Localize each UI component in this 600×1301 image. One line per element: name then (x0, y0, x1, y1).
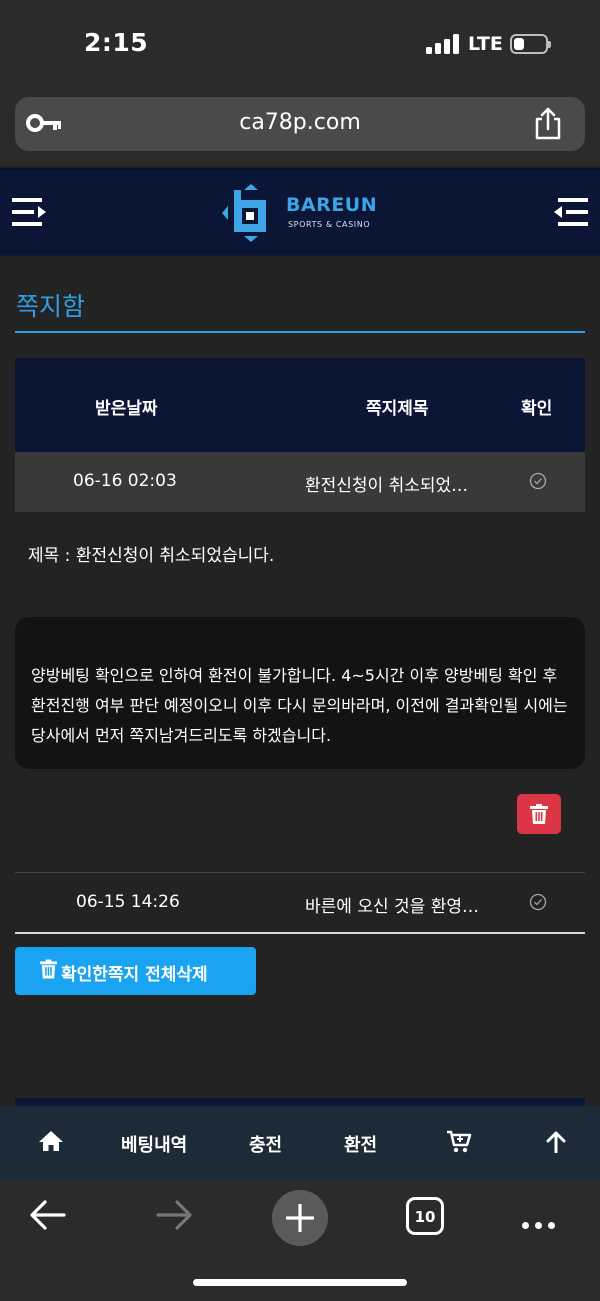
share-icon[interactable] (533, 107, 563, 141)
network-type: LTE (468, 33, 503, 55)
menu-close-icon[interactable] (552, 196, 588, 228)
delete-read-label: 확인한쪽지 전체삭제 (61, 965, 208, 985)
home-icon[interactable] (38, 1130, 64, 1152)
forward-arrow-icon[interactable] (156, 1199, 192, 1231)
row-title[interactable]: 바른에 오신 것을 환영… (305, 892, 479, 917)
tabs-button[interactable]: 10 (406, 1197, 444, 1235)
check-circle-icon (529, 472, 547, 490)
signal-icon (426, 34, 460, 54)
new-tab-button[interactable] (272, 1190, 328, 1246)
browser-toolbar: 10 (0, 1181, 600, 1301)
plus-icon (286, 1204, 314, 1232)
check-circle-icon (529, 893, 547, 911)
row-title[interactable]: 환전신청이 취소되었… (305, 471, 468, 496)
brand-tagline: SPORTS & CASINO (288, 220, 371, 229)
nav-betting-history[interactable]: 베팅내역 (121, 1131, 187, 1157)
page-title: 쪽지함 (16, 292, 86, 321)
site-header: BAREUN SPORTS & CASINO (0, 168, 600, 256)
logo-mark-icon (222, 184, 266, 242)
clock: 2:15 (84, 28, 149, 57)
title-underline (15, 331, 585, 333)
table-bottom-border (15, 932, 585, 934)
header-date: 받은날짜 (95, 399, 158, 419)
home-indicator (193, 1279, 407, 1286)
row-date: 06-15 14:26 (76, 892, 180, 912)
nav-withdraw[interactable]: 환전 (344, 1131, 377, 1157)
header-title: 쪽지제목 (366, 399, 429, 419)
trash-icon (530, 804, 548, 824)
menu-open-icon[interactable] (12, 196, 48, 228)
delete-read-messages-button[interactable]: 확인한쪽지 전체삭제 (15, 947, 256, 995)
site-logo[interactable]: BAREUN SPORTS & CASINO (220, 182, 390, 244)
delete-message-button[interactable] (517, 794, 561, 834)
message-body: 양방베팅 확인으로 인하여 환전이 불가합니다. 4~5시간 이후 양방베팅 확… (31, 666, 568, 745)
row-date: 06-16 02:03 (73, 471, 177, 491)
url-text[interactable]: ca78p.com (15, 110, 585, 135)
more-options-icon[interactable] (522, 1214, 561, 1233)
browser-address-area: ca78p.com (0, 88, 600, 166)
arrow-up-icon[interactable] (546, 1131, 566, 1153)
message-subject: 제목 : 환전신청이 취소되었습니다. (28, 546, 275, 566)
address-bar[interactable]: ca78p.com (15, 97, 585, 151)
cart-icon[interactable] (446, 1130, 472, 1154)
table-header: 받은날짜 쪽지제목 확인 (15, 358, 585, 452)
trash-icon (40, 959, 57, 979)
site-bottom-nav: 베팅내역 충전 환전 (0, 1106, 600, 1181)
status-bar: 2:15 LTE (0, 0, 600, 88)
table-row[interactable]: 06-16 02:03 환전신청이 취소되었… (15, 452, 585, 512)
back-arrow-icon[interactable] (30, 1199, 66, 1231)
header-confirm: 확인 (521, 399, 553, 419)
nav-deposit[interactable]: 충전 (249, 1131, 282, 1157)
footer-edge (15, 1098, 585, 1106)
message-body-box: 양방베팅 확인으로 인하여 환전이 불가합니다. 4~5시간 이후 양방베팅 확… (15, 617, 585, 769)
battery-icon (510, 34, 551, 54)
tab-count: 10 (414, 1208, 436, 1226)
table-row[interactable]: 06-15 14:26 바른에 오신 것을 환영… (15, 873, 585, 933)
brand-name: BAREUN (286, 194, 378, 216)
